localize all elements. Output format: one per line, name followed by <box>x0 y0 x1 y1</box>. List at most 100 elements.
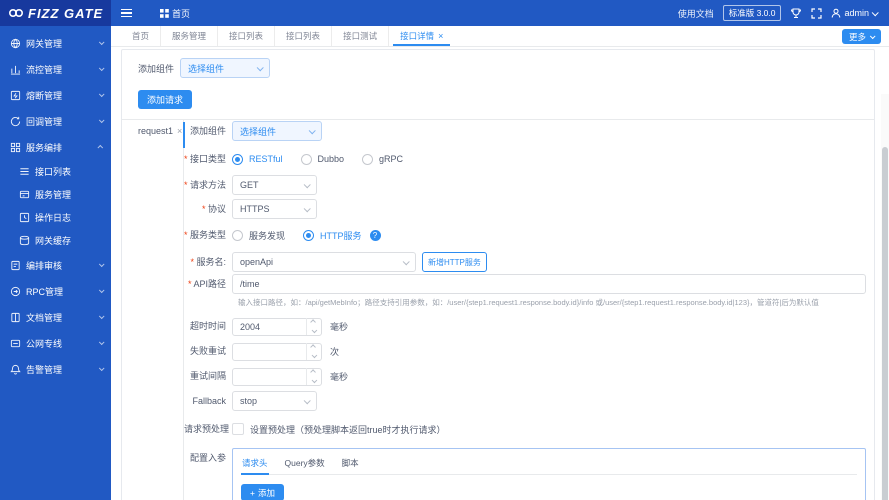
preprocess-checkbox[interactable] <box>232 423 244 435</box>
radio-http-service-label[interactable]: HTTP服务 <box>320 229 362 242</box>
radio-service-discovery-label[interactable]: 服务发现 <box>249 229 285 242</box>
params-tab-headers[interactable]: 请求头 <box>241 454 269 475</box>
chevron-down-icon <box>303 204 311 212</box>
stepper-down-icon <box>307 326 321 335</box>
close-icon[interactable]: × <box>177 126 182 136</box>
hamburger-icon[interactable] <box>119 5 134 22</box>
sidebar-item-label: 流控管理 <box>26 64 63 75</box>
header-home-link[interactable]: 首页 <box>160 7 190 20</box>
sidebar-nav: 网关管理 流控管理 熔断管理 回调管理 服务编排 接口列表 服务管理 操作日志 … <box>0 26 111 500</box>
username: admin <box>844 8 869 18</box>
add-component-label: 添加组件 <box>138 63 175 74</box>
radio-service-discovery[interactable] <box>232 229 243 241</box>
close-icon[interactable]: × <box>438 31 443 41</box>
sidebar-subitem-operation-log[interactable]: 操作日志 <box>0 206 111 229</box>
number-stepper[interactable] <box>306 342 321 360</box>
sidebar-item-label: 熔断管理 <box>26 90 63 101</box>
chevron-down-icon <box>869 32 876 39</box>
sidebar-item-rpc-mgmt[interactable]: RPC管理 <box>0 278 111 304</box>
radio-restful[interactable] <box>232 153 243 165</box>
docs-link[interactable]: 使用文档 <box>678 7 714 20</box>
help-icon[interactable]: ? <box>369 229 381 241</box>
fullscreen-icon[interactable] <box>811 7 823 19</box>
sidebar-item-circuit-mgmt[interactable]: 熔断管理 <box>0 82 111 108</box>
sidebar-subitem-gateway-cache[interactable]: 网关缓存 <box>0 229 111 252</box>
scrollbar-thumb[interactable] <box>882 147 888 500</box>
sidebar-subitem-service-mgmt[interactable]: 服务管理 <box>0 183 111 206</box>
input-config-label: 配置入参 <box>189 453 226 463</box>
radio-dubbo-label[interactable]: Dubbo <box>318 154 345 164</box>
sidebar-item-label: 网关管理 <box>26 38 63 49</box>
service-name-select[interactable]: openApi <box>232 252 416 272</box>
interface-list-icon <box>19 166 30 177</box>
page-content: 添加组件 选择组件 添加请求 request1 × 添加组件 选择组件 * 接口… <box>111 47 889 500</box>
protocol-select[interactable]: HTTPS <box>232 199 317 219</box>
tab-interface-test[interactable]: 接口测试 <box>331 26 388 46</box>
app-logo[interactable]: FIZZ GATE <box>0 0 111 26</box>
sidebar-item-label: 回调管理 <box>26 116 63 127</box>
component-select[interactable]: 选择组件 <box>180 58 271 78</box>
home-tag-label: 首页 <box>172 8 191 19</box>
stepper-up-icon <box>307 318 321 327</box>
radio-grpc[interactable] <box>362 153 374 165</box>
sidebar-item-orchestration[interactable]: 服务编排 <box>0 134 111 160</box>
radio-restful-label[interactable]: RESTful <box>249 154 283 164</box>
plus-icon: + <box>250 487 255 498</box>
preprocess-checkbox-label: 设置预处理（预处理脚本返回true时才执行请求） <box>250 424 446 435</box>
sidebar-item-orchestration-audit[interactable]: 编排审核 <box>0 252 111 278</box>
sidebar-item-label: 编排审核 <box>26 260 63 271</box>
version-badge: 标准版 3.0.0 <box>722 5 782 21</box>
chevron-down-icon <box>98 313 105 320</box>
sidebar-item-flow-mgmt[interactable]: 流控管理 <box>0 56 111 82</box>
radio-grpc-label[interactable]: gRPC <box>379 154 403 164</box>
tab-interface-list-1[interactable]: 接口列表 <box>217 26 274 46</box>
flow-chart-icon <box>10 64 21 75</box>
cache-icon <box>19 235 30 246</box>
chevron-down-icon <box>98 261 105 268</box>
app-root: FIZZ GATE 首页 使用文档 标准版 3.0.0 admin 网关管理 流… <box>0 0 889 500</box>
number-stepper[interactable] <box>306 317 321 335</box>
request-tab-request1[interactable]: request1 × <box>138 120 183 136</box>
sidebar-subitem-interface-list[interactable]: 接口列表 <box>0 160 111 183</box>
form-component-select[interactable]: 选择组件 <box>232 121 322 141</box>
params-tab-query[interactable]: Query参数 <box>284 454 326 474</box>
vertical-scrollbar[interactable] <box>881 94 889 500</box>
sidebar-subitem-label: 服务管理 <box>35 190 72 200</box>
input-params-panel: 请求头 Query参数 脚本 + 添加 <box>232 448 866 500</box>
trophy-icon[interactable] <box>790 7 802 19</box>
add-param-button[interactable]: + 添加 <box>241 484 284 500</box>
add-request-button[interactable]: 添加请求 <box>138 90 193 109</box>
chevron-down-icon <box>98 39 105 46</box>
method-label: 请求方法 <box>184 175 232 195</box>
tab-service-mgmt[interactable]: 服务管理 <box>160 26 217 46</box>
rpc-icon <box>10 286 21 297</box>
topbar-main: 首页 使用文档 标准版 3.0.0 admin <box>111 0 889 26</box>
stepper-down-icon <box>307 351 321 360</box>
params-tab-script[interactable]: 脚本 <box>341 454 360 474</box>
sidebar-item-doc-mgmt[interactable]: 文档管理 <box>0 304 111 330</box>
timeout-label: 超时时间 <box>189 321 226 331</box>
form-add-component-label: 添加组件 <box>189 126 226 136</box>
api-path-input[interactable] <box>232 274 866 294</box>
page-tabbar: 首页 服务管理 接口列表 接口列表 接口测试 接口详情 × 更多 <box>111 26 889 47</box>
tab-home[interactable]: 首页 <box>121 26 160 46</box>
radio-dubbo[interactable] <box>300 153 312 165</box>
radio-http-service[interactable] <box>303 229 315 241</box>
more-tabs-button[interactable]: 更多 <box>841 29 881 44</box>
fizz-logo-icon <box>8 8 24 18</box>
gateway-icon <box>10 38 21 49</box>
top-header: FIZZ GATE 首页 使用文档 标准版 3.0.0 admin <box>0 0 889 26</box>
sidebar-item-public-line[interactable]: 公网专线 <box>0 330 111 356</box>
method-select[interactable]: GET <box>232 175 317 195</box>
sidebar-item-callback-mgmt[interactable]: 回调管理 <box>0 108 111 134</box>
sidebar-item-gateway-mgmt[interactable]: 网关管理 <box>0 30 111 56</box>
add-http-service-button[interactable]: 新增HTTP服务 <box>422 252 487 272</box>
number-stepper[interactable] <box>306 367 321 385</box>
sidebar-item-alarm-mgmt[interactable]: 告警管理 <box>0 356 111 382</box>
tab-interface-detail[interactable]: 接口详情 × <box>388 26 454 46</box>
fallback-select[interactable]: stop <box>232 391 317 411</box>
user-menu[interactable]: admin <box>831 8 879 18</box>
service-type-label: 服务类型 <box>184 225 232 245</box>
tab-interface-list-2[interactable]: 接口列表 <box>274 26 331 46</box>
retry-times-label: 失败重试 <box>189 346 226 356</box>
